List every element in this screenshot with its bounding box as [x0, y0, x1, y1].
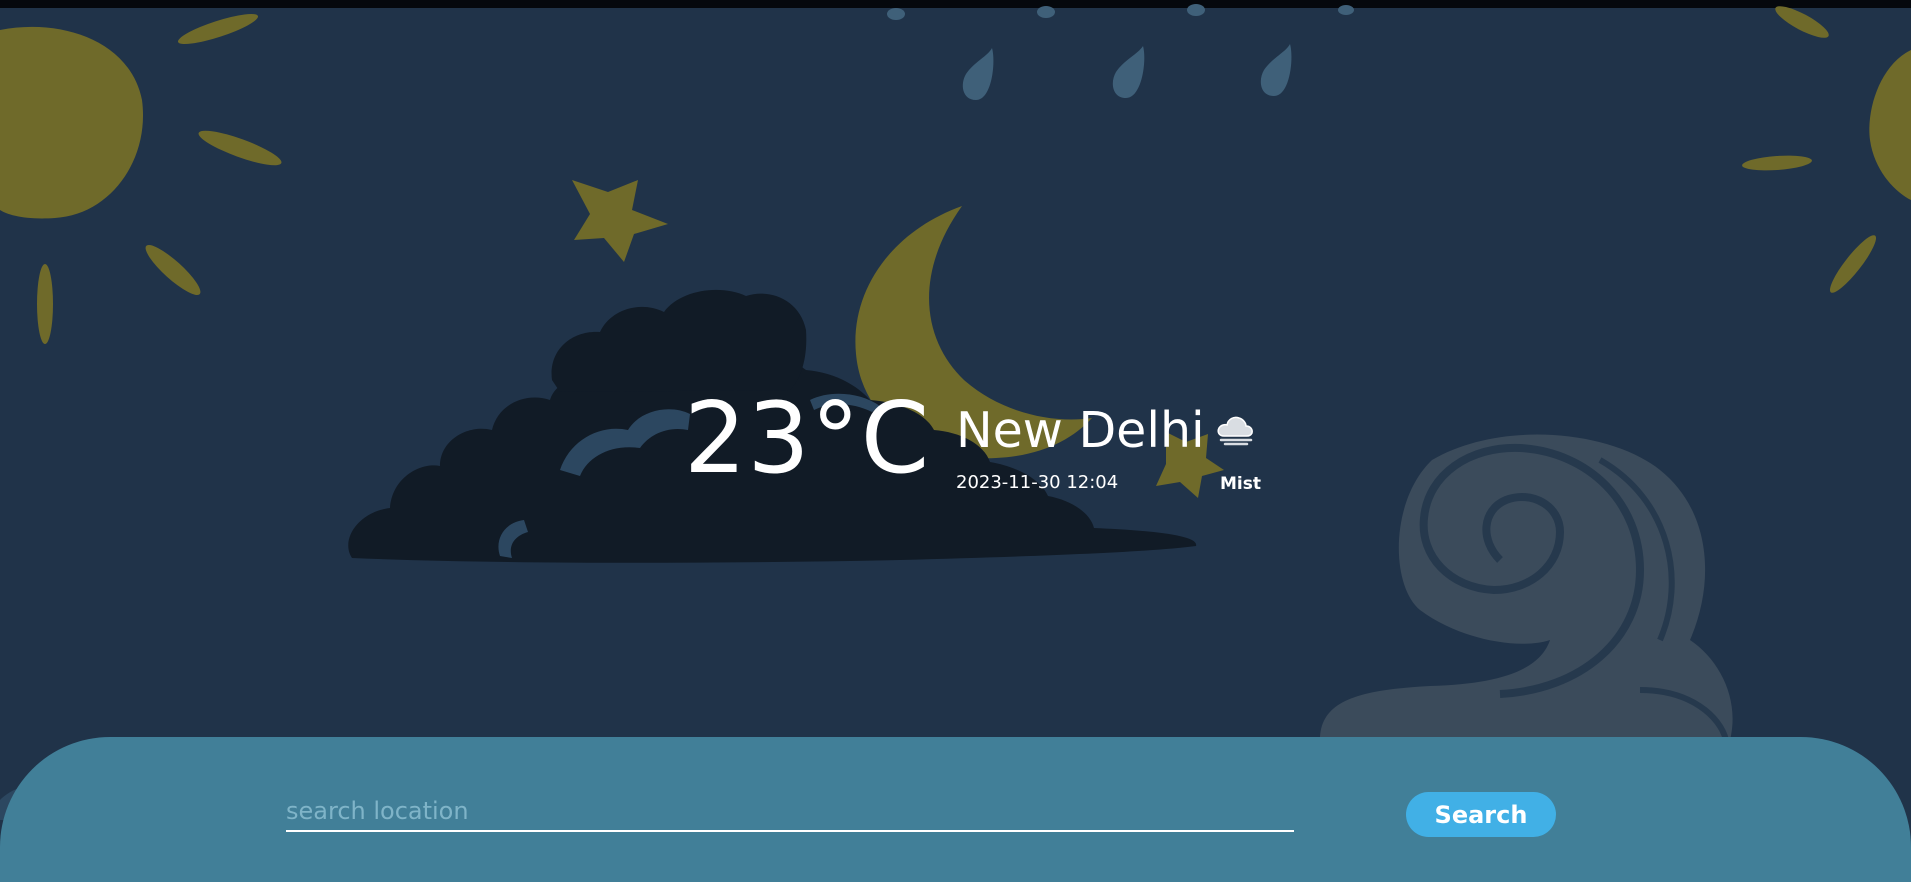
- search-button[interactable]: Search: [1406, 792, 1556, 837]
- search-input[interactable]: [286, 792, 1294, 832]
- weather-condition: Mist: [1220, 474, 1261, 494]
- weather-app: 23°C New Delhi 2023-11-30 12:04 Mist Sea…: [0, 0, 1911, 882]
- temperature: 23°C: [684, 382, 931, 496]
- local-datetime: 2023-11-30 12:04: [956, 472, 1119, 493]
- city-name: New Delhi: [956, 402, 1205, 459]
- cloud-icon: [1217, 416, 1253, 446]
